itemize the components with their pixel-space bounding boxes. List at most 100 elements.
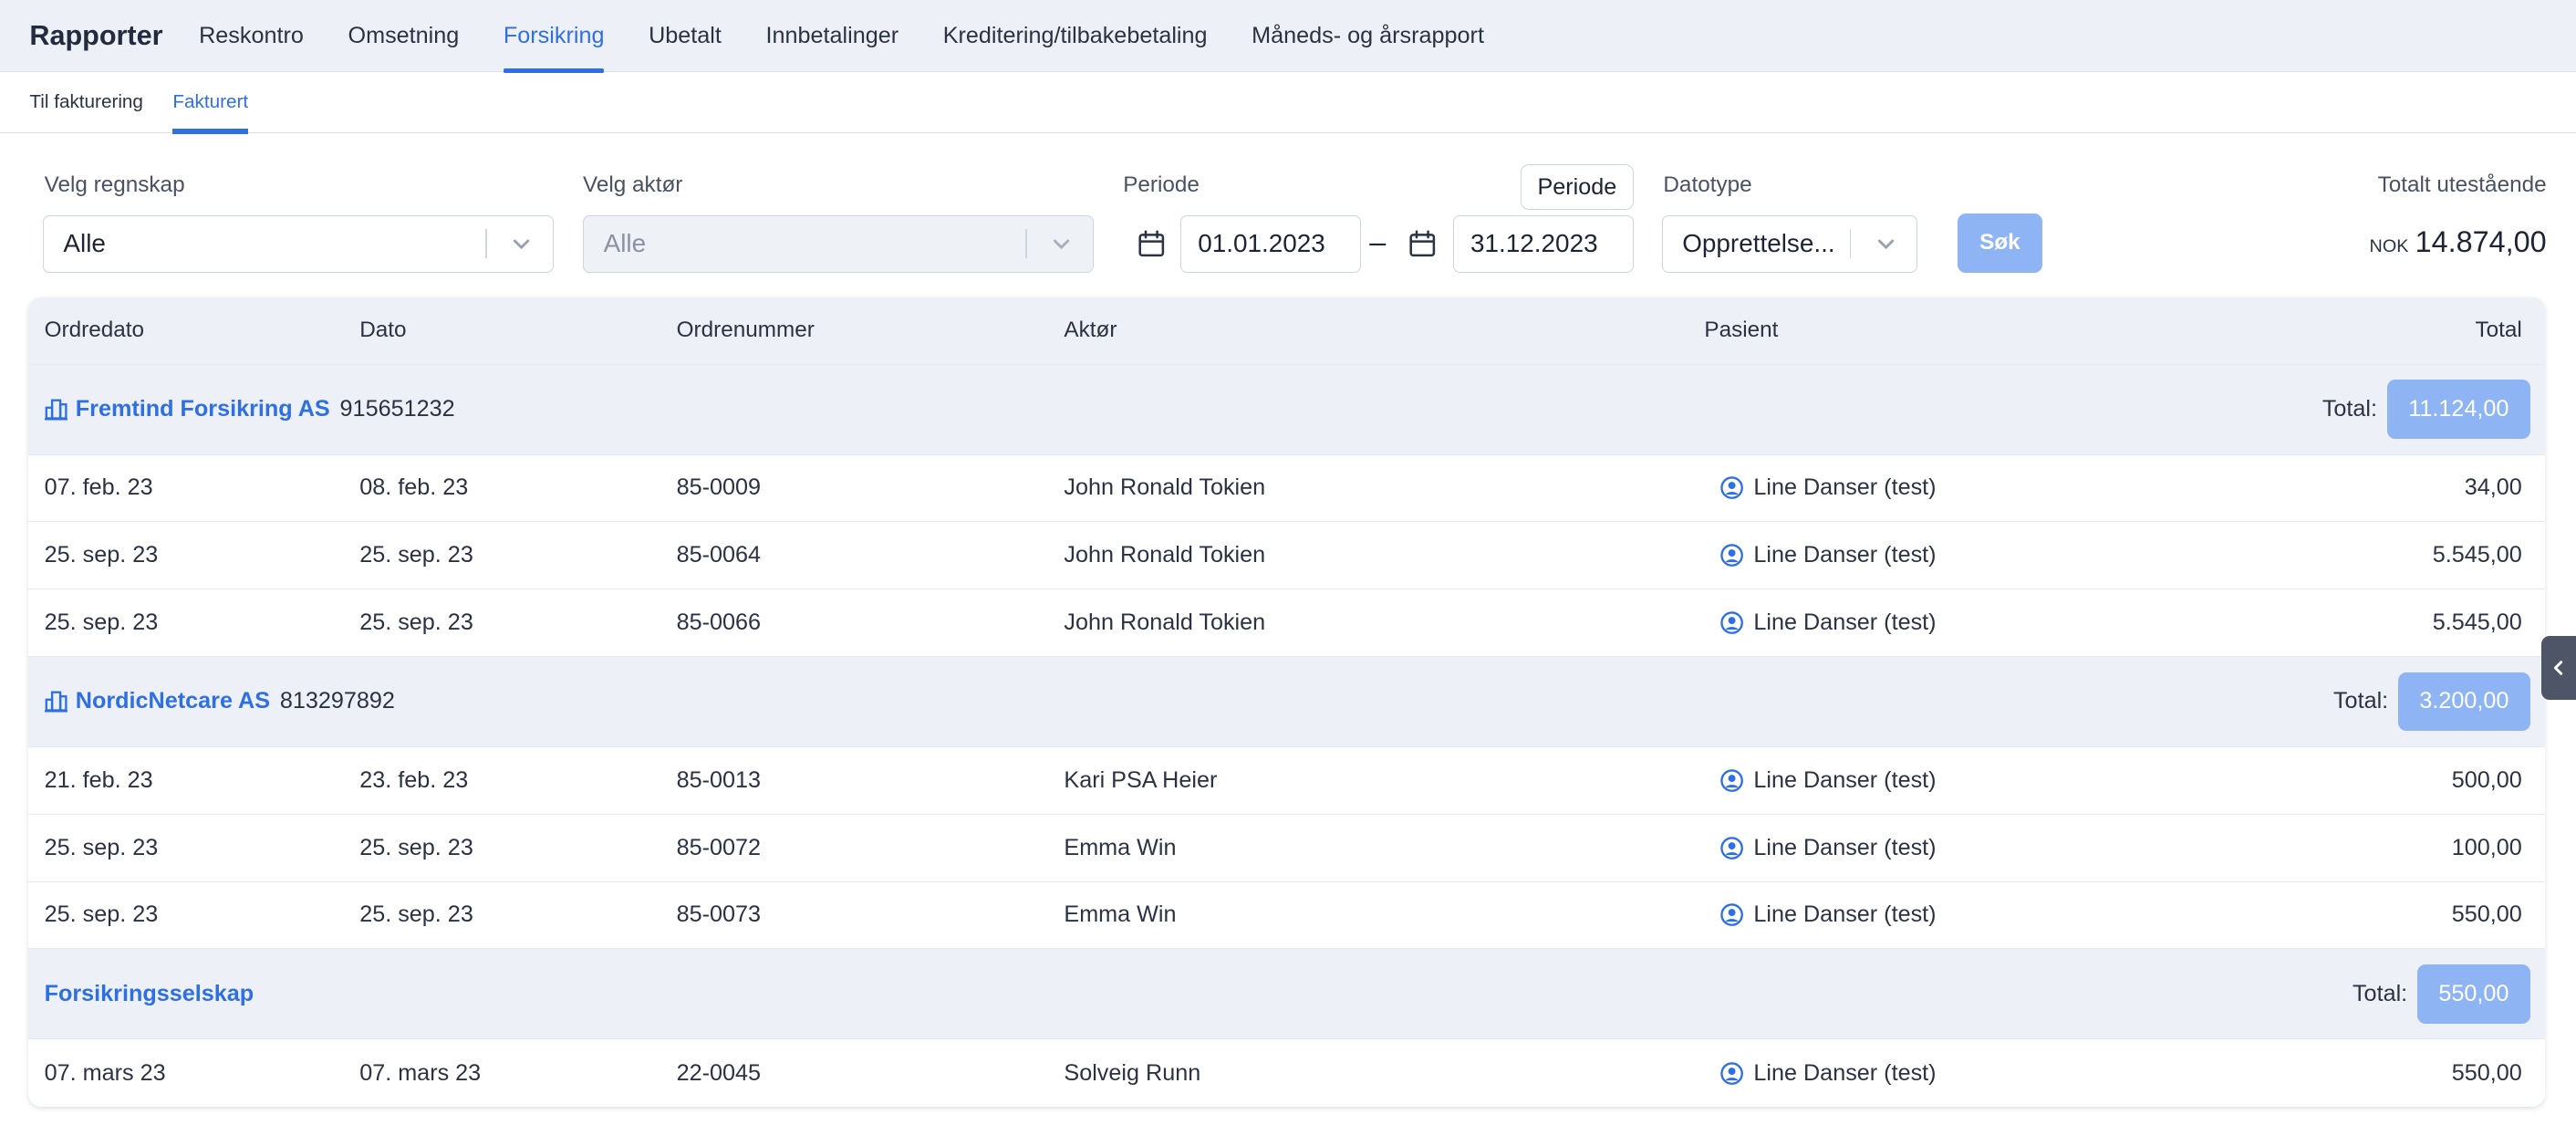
table-header: Ordredato Dato Ordrenummer Aktør Pasient… bbox=[27, 297, 2545, 365]
periode-to-input[interactable]: 31.12.2023 bbox=[1453, 214, 1634, 273]
group-title: Forsikringsselskap bbox=[45, 949, 254, 1038]
column-header-pasient[interactable]: Pasient bbox=[1704, 297, 1778, 364]
column-header-aktor[interactable]: Aktør bbox=[1064, 297, 1117, 364]
building-icon bbox=[44, 691, 68, 713]
regnskap-select-value: Alle bbox=[63, 229, 106, 258]
cell-dato: 25. sep. 23 bbox=[359, 542, 473, 568]
cell-ordredato: 25. sep. 23 bbox=[44, 609, 159, 636]
pasient-name: Line Danser (test) bbox=[1753, 766, 1937, 793]
column-header-dato[interactable]: Dato bbox=[359, 297, 406, 364]
chevron-down-icon bbox=[1877, 239, 1894, 249]
periode-from-input[interactable]: 01.01.2023 bbox=[1180, 214, 1362, 273]
cell-dato: 08. feb. 23 bbox=[359, 474, 469, 501]
cell-aktor: Solveig Runn bbox=[1064, 1059, 1201, 1086]
regnskap-label: Velg regnskap bbox=[44, 172, 185, 197]
periode-button[interactable]: Periode bbox=[1520, 163, 1634, 211]
cell-ordrenummer: 85-0013 bbox=[676, 766, 762, 793]
currency-label: NOK bbox=[2369, 235, 2409, 256]
filter-bar: Velg regnskap Alle Velg aktør Alle Perio… bbox=[0, 133, 2576, 297]
column-header-total[interactable]: Total bbox=[2475, 297, 2521, 364]
cell-aktor: Emma Win bbox=[1064, 834, 1177, 860]
nav-tab-reskontro[interactable]: Reskontro bbox=[199, 0, 304, 71]
table-row[interactable]: 25. sep. 23 25. sep. 23 85-0072 Emma Win… bbox=[27, 814, 2545, 882]
subtab-til-fakturering[interactable]: Til fakturering bbox=[29, 72, 143, 132]
chevron-down-icon bbox=[513, 239, 530, 249]
cell-ordredato: 25. sep. 23 bbox=[44, 542, 159, 568]
pasient-name: Line Danser (test) bbox=[1753, 901, 1937, 928]
group-title: Fremtind Forsikring AS 915651232 bbox=[44, 365, 455, 454]
cell-dato: 25. sep. 23 bbox=[359, 901, 473, 928]
subtab-fakturert[interactable]: Fakturert bbox=[172, 72, 248, 135]
regnskap-select[interactable]: Alle bbox=[42, 214, 554, 273]
pasient-name: Line Danser (test) bbox=[1753, 834, 1937, 860]
table-row[interactable]: 07. mars 23 07. mars 23 22-0045 Solveig … bbox=[27, 1039, 2545, 1108]
cell-dato: 23. feb. 23 bbox=[359, 766, 469, 793]
group-total-label: Total: bbox=[2352, 980, 2408, 1006]
pasient-name: Line Danser (test) bbox=[1753, 1059, 1937, 1086]
cell-ordredato: 07. mars 23 bbox=[44, 1059, 166, 1086]
datotype-select[interactable]: Opprettelse... bbox=[1661, 214, 1918, 273]
cell-ordredato: 25. sep. 23 bbox=[44, 834, 159, 860]
table-row[interactable]: 25. sep. 23 25. sep. 23 85-0064 John Ron… bbox=[27, 522, 2545, 590]
group-name-link[interactable]: Forsikringsselskap bbox=[45, 981, 254, 1007]
group-name-link[interactable]: Fremtind Forsikring AS bbox=[76, 396, 330, 422]
cell-aktor: Emma Win bbox=[1064, 901, 1177, 928]
cell-dato: 25. sep. 23 bbox=[359, 834, 473, 860]
periode-label: Periode bbox=[1123, 172, 1200, 197]
group-total-label: Total: bbox=[2332, 688, 2389, 714]
calendar-icon[interactable] bbox=[1408, 230, 1437, 258]
chevron-left-icon bbox=[2554, 660, 2563, 675]
group-total-badge: 550,00 bbox=[2416, 964, 2530, 1024]
aktor-select-value: Alle bbox=[603, 229, 647, 258]
datotype-select-value: Opprettelse... bbox=[1682, 229, 1835, 258]
chevron-down-icon bbox=[1053, 239, 1070, 249]
table-row[interactable]: 25. sep. 23 25. sep. 23 85-0066 John Ron… bbox=[27, 589, 2545, 657]
column-header-ordredato[interactable]: Ordredato bbox=[45, 297, 144, 364]
cell-ordrenummer: 85-0009 bbox=[676, 474, 762, 501]
group-total-badge: 11.124,00 bbox=[2386, 380, 2530, 439]
calendar-icon[interactable] bbox=[1137, 230, 1166, 258]
nav-tab-omsetning[interactable]: Omsetning bbox=[348, 0, 460, 71]
group-org-number: 813297892 bbox=[279, 688, 395, 714]
nav-tab-maneds-arsrapport[interactable]: Måneds- og årsrapport bbox=[1252, 0, 1484, 71]
pasient-name: Line Danser (test) bbox=[1753, 609, 1937, 636]
search-button[interactable]: Søk bbox=[1957, 213, 2043, 273]
group-name-link[interactable]: NordicNetcare AS bbox=[76, 688, 270, 714]
group-total: Total: 550,00 bbox=[2353, 949, 2530, 1038]
cell-pasient: Line Danser (test) bbox=[1720, 747, 1937, 814]
aktor-label: Velg aktør bbox=[583, 172, 683, 197]
cell-total: 550,00 bbox=[2451, 1059, 2522, 1086]
cell-aktor: John Ronald Tokien bbox=[1064, 542, 1266, 568]
building-icon bbox=[44, 399, 68, 421]
cell-aktor: John Ronald Tokien bbox=[1064, 474, 1266, 501]
total-outstanding-amount: 14.874,00 bbox=[2415, 224, 2547, 258]
sub-tabs: Til fakturering Fakturert bbox=[0, 72, 2576, 135]
group-total-badge: 3.200,00 bbox=[2397, 672, 2530, 732]
nav-tab-kreditering[interactable]: Kreditering/tilbakebetaling bbox=[943, 0, 1208, 71]
cell-aktor: John Ronald Tokien bbox=[1064, 609, 1266, 636]
cell-pasient: Line Danser (test) bbox=[1720, 882, 1937, 949]
page: Rapporter Reskontro Omsetning Forsikring… bbox=[0, 0, 2576, 1146]
invoice-table: Ordredato Dato Ordrenummer Aktør Pasient… bbox=[27, 297, 2545, 1108]
cell-aktor: Kari PSA Heier bbox=[1064, 766, 1218, 793]
nav-tab-forsikring[interactable]: Forsikring bbox=[503, 0, 606, 74]
cell-ordredato: 25. sep. 23 bbox=[44, 901, 159, 928]
nav-tab-ubetalt[interactable]: Ubetalt bbox=[649, 0, 722, 71]
cell-ordredato: 21. feb. 23 bbox=[44, 766, 153, 793]
cell-ordrenummer: 85-0064 bbox=[676, 542, 762, 568]
collapse-panel-button[interactable] bbox=[2541, 635, 2576, 700]
periode-separator: – bbox=[1369, 224, 1387, 258]
cell-total: 100,00 bbox=[2451, 834, 2522, 860]
group-row: Fremtind Forsikring AS 915651232 Total: … bbox=[27, 364, 2545, 455]
aktor-select[interactable]: Alle bbox=[583, 214, 1094, 273]
table-row[interactable]: 21. feb. 23 23. feb. 23 85-0013 Kari PSA… bbox=[27, 746, 2545, 815]
app-title: Rapporter bbox=[29, 19, 163, 51]
cell-pasient: Line Danser (test) bbox=[1720, 589, 1937, 656]
cell-pasient: Line Danser (test) bbox=[1720, 815, 1937, 881]
select-separator bbox=[484, 229, 487, 259]
table-row[interactable]: 25. sep. 23 25. sep. 23 85-0073 Emma Win… bbox=[27, 881, 2545, 950]
user-circle-icon bbox=[1720, 769, 1744, 792]
table-row[interactable]: 07. feb. 23 08. feb. 23 85-0009 John Ron… bbox=[27, 454, 2545, 523]
nav-tab-innbetalinger[interactable]: Innbetalinger bbox=[765, 0, 898, 71]
column-header-ordrenummer[interactable]: Ordrenummer bbox=[677, 297, 815, 364]
